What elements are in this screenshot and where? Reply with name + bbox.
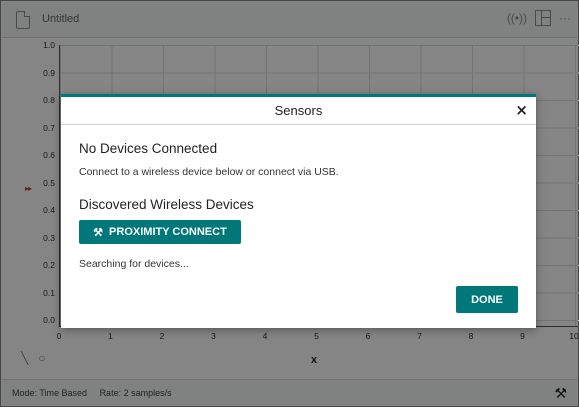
dialog-title: Sensors (274, 103, 323, 118)
close-button[interactable]: × (515, 101, 528, 119)
proximity-connect-label: PROXIMITY CONNECT (109, 226, 227, 238)
dialog-body: No Devices Connected Connect to a wirele… (61, 125, 536, 328)
searching-status-text: Searching for devices... (79, 258, 189, 270)
sensors-dialog: Sensors × No Devices Connected Connect t… (61, 94, 536, 328)
done-button[interactable]: DONE (456, 286, 518, 313)
proximity-connect-button[interactable]: ⚒ PROXIMITY CONNECT (79, 220, 241, 244)
discovered-devices-heading: Discovered Wireless Devices (79, 197, 254, 212)
connect-hint-text: Connect to a wireless device below or co… (79, 166, 339, 178)
no-devices-heading: No Devices Connected (79, 141, 218, 156)
wrench-icon: ⚒ (93, 226, 104, 239)
dialog-header: Sensors × (61, 97, 536, 125)
